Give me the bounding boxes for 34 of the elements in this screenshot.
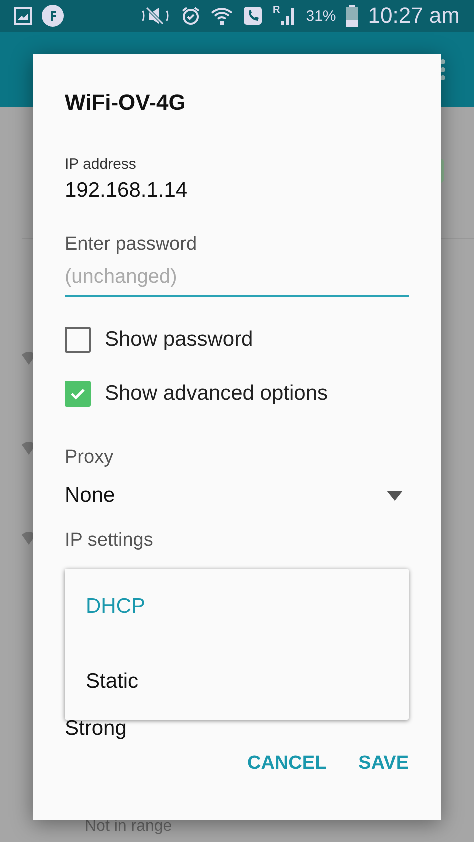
checkbox-label: Show password xyxy=(105,328,254,352)
save-button[interactable]: SAVE xyxy=(358,753,409,775)
signal-strength: Strong xyxy=(65,717,128,741)
checkbox-label: Show advanced options xyxy=(105,382,328,406)
wifi-icon xyxy=(22,441,36,457)
battery-percent: 31% xyxy=(306,8,336,24)
field-value: 192.168.1.14 xyxy=(65,179,189,203)
alarm-icon xyxy=(181,6,201,26)
password-field[interactable]: (unchanged) xyxy=(65,256,409,297)
clock: 10:27 am xyxy=(368,3,460,29)
roaming-indicator: R xyxy=(273,6,280,16)
field-label: IP settings xyxy=(65,530,154,552)
phone-icon xyxy=(243,6,263,26)
field-label: Proxy xyxy=(65,447,115,469)
gallery-icon xyxy=(14,7,32,25)
checkbox-checked[interactable] xyxy=(65,381,91,407)
checkbox[interactable] xyxy=(65,327,91,353)
menu-option[interactable]: DHCP xyxy=(65,569,409,644)
menu-option[interactable]: Static xyxy=(65,644,409,719)
dropdown-arrow-icon xyxy=(387,491,403,501)
circle-app-icon xyxy=(42,5,64,27)
network-status: Not in range xyxy=(85,818,172,836)
field-label: IP address xyxy=(65,156,138,173)
wifi-icon xyxy=(22,531,36,547)
wifi-icon xyxy=(211,6,233,26)
field-label: Enter password xyxy=(65,234,198,256)
proxy-dropdown[interactable]: None xyxy=(65,484,409,508)
battery-icon xyxy=(346,5,358,27)
overflow-menu-icon[interactable] xyxy=(440,58,446,80)
dialog-title: WiFi-OV-4G xyxy=(65,90,187,116)
signal-icon xyxy=(280,6,296,26)
wifi-icon xyxy=(22,351,36,367)
cancel-button[interactable]: CANCEL xyxy=(247,753,327,775)
mute-icon xyxy=(141,6,171,26)
